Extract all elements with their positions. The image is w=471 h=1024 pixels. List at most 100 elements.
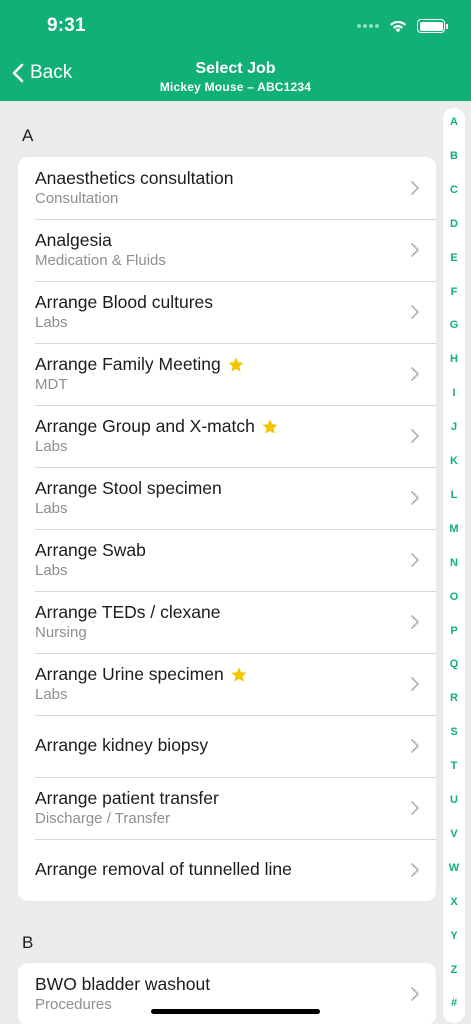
chevron-right-icon [411,677,419,691]
index-letter[interactable]: Q [443,658,465,670]
list-item[interactable]: Arrange kidney biopsy [18,715,436,777]
index-letter[interactable]: S [443,726,465,738]
chevron-right-icon [411,553,419,567]
job-title-text: Arrange Group and X-match [35,416,255,436]
chevron-right-icon [411,491,419,505]
index-letter[interactable]: W [443,862,465,874]
job-title: Analgesia [35,230,112,251]
page-title: Select Job [195,60,276,77]
index-letter[interactable]: Z [443,964,465,976]
status-icons [357,16,448,36]
list-item[interactable]: Analgesia Medication & Fluids [18,219,436,281]
section-header-a: A [22,126,34,145]
patient-subtitle: Mickey Mouse – ABC1234 [159,80,312,94]
job-title-text: Arrange TEDs / clexane [35,602,221,622]
job-title-text: Arrange removal of tunnelled line [35,859,292,879]
cellular-signal-icon [357,24,379,28]
index-letter[interactable]: V [443,828,465,840]
star-icon [228,356,244,372]
index-letter[interactable]: P [443,625,465,637]
job-title-text: Anaesthetics consultation [35,168,234,188]
section-header-b: B [22,933,34,952]
job-title-text: BWO bladder washout [35,974,211,994]
index-letter[interactable]: J [443,421,465,433]
job-title-text: Arrange kidney biopsy [35,735,209,755]
list-item[interactable]: Arrange Urine specimen Labs [18,653,436,715]
chevron-right-icon [411,367,419,381]
job-title-text: Arrange patient transfer [35,788,219,808]
job-title-text: Arrange Swab [35,540,146,560]
job-category: Discharge / Transfer [35,810,171,827]
job-title: Arrange kidney biopsy [35,735,208,756]
list-item[interactable]: Arrange Group and X-match Labs [18,405,436,467]
index-letter[interactable]: # [443,997,465,1009]
job-category: Nursing [35,624,87,641]
index-letter[interactable]: K [443,455,465,467]
index-letter[interactable]: B [443,150,465,162]
job-title: Arrange TEDs / clexane [35,602,220,623]
chevron-right-icon [411,739,419,753]
index-letter[interactable]: E [443,252,465,264]
index-letter[interactable]: O [443,591,465,603]
list-item[interactable]: Arrange Stool specimen Labs [18,467,436,529]
job-title: Arrange Urine specimen [35,664,248,685]
list-item[interactable]: BWO bladder washout Procedures [18,963,436,1024]
index-letter[interactable]: A [443,116,465,128]
job-title: Arrange Group and X-match [35,416,279,437]
job-title-text: Arrange Urine specimen [35,664,224,684]
list-item[interactable]: Anaesthetics consultation Consultation [18,157,436,219]
job-title: Arrange Blood cultures [35,292,213,313]
index-letter[interactable]: F [443,286,465,298]
job-category: Labs [35,314,68,331]
chevron-right-icon [411,863,419,877]
job-title: Arrange Family Meeting [35,354,245,375]
index-letter[interactable]: C [443,184,465,196]
job-category: Procedures [35,996,112,1013]
chevron-right-icon [411,987,419,1001]
star-icon [231,666,247,682]
job-title-text: Arrange Blood cultures [35,292,214,312]
alphabet-index[interactable]: A B C D E F G H I J K L M N O P Q R S T U V W X Y Z # [443,108,465,1023]
job-title: Arrange Stool specimen [35,478,222,499]
status-time: 9:31 [47,15,86,36]
index-letter[interactable]: R [443,692,465,704]
job-category: Labs [35,438,68,455]
wifi-icon [390,20,406,33]
job-title-text: Arrange Family Meeting [35,354,221,374]
index-letter[interactable]: I [443,387,465,399]
index-letter[interactable]: N [443,557,465,569]
section-card: Anaesthetics consultation Consultation Ana… [18,157,436,901]
job-category: Labs [35,686,68,703]
job-category: Consultation [35,190,119,207]
index-letter[interactable]: T [443,760,465,772]
list-item[interactable]: Arrange Family Meeting MDT [18,343,436,405]
list-item[interactable]: Arrange Blood cultures Labs [18,281,436,343]
job-title: BWO bladder washout [35,974,210,995]
chevron-right-icon [411,615,419,629]
chevron-right-icon [411,801,419,815]
list-item[interactable]: Arrange TEDs / clexane Nursing [18,591,436,653]
chevron-right-icon [411,305,419,319]
list-item[interactable]: Arrange removal of tunnelled line [18,839,436,901]
job-category: Labs [35,500,68,517]
index-letter[interactable]: Y [443,930,465,942]
job-title: Arrange removal of tunnelled line [35,859,292,880]
index-letter[interactable]: D [443,218,465,230]
section-card: BWO bladder washout Procedures [18,963,436,1024]
index-letter[interactable]: M [443,523,465,535]
index-letter[interactable]: X [443,896,465,908]
job-category: Medication & Fluids [35,252,166,269]
home-indicator[interactable] [151,1009,320,1014]
list-item[interactable]: Arrange patient transfer Discharge / Tran… [18,777,436,839]
chevron-right-icon [411,429,419,443]
battery-icon [417,19,448,33]
index-letter[interactable]: G [443,319,465,331]
index-letter[interactable]: L [443,489,465,501]
index-letter[interactable]: H [443,353,465,365]
star-icon [262,418,278,434]
job-title: Arrange Swab [35,540,146,561]
job-title: Anaesthetics consultation [35,168,233,189]
navigation-header: 9:31 Back Select Job Mickey Mouse – ABC1… [0,0,471,101]
index-letter[interactable]: U [443,794,465,806]
list-item[interactable]: Arrange Swab Labs [18,529,436,591]
